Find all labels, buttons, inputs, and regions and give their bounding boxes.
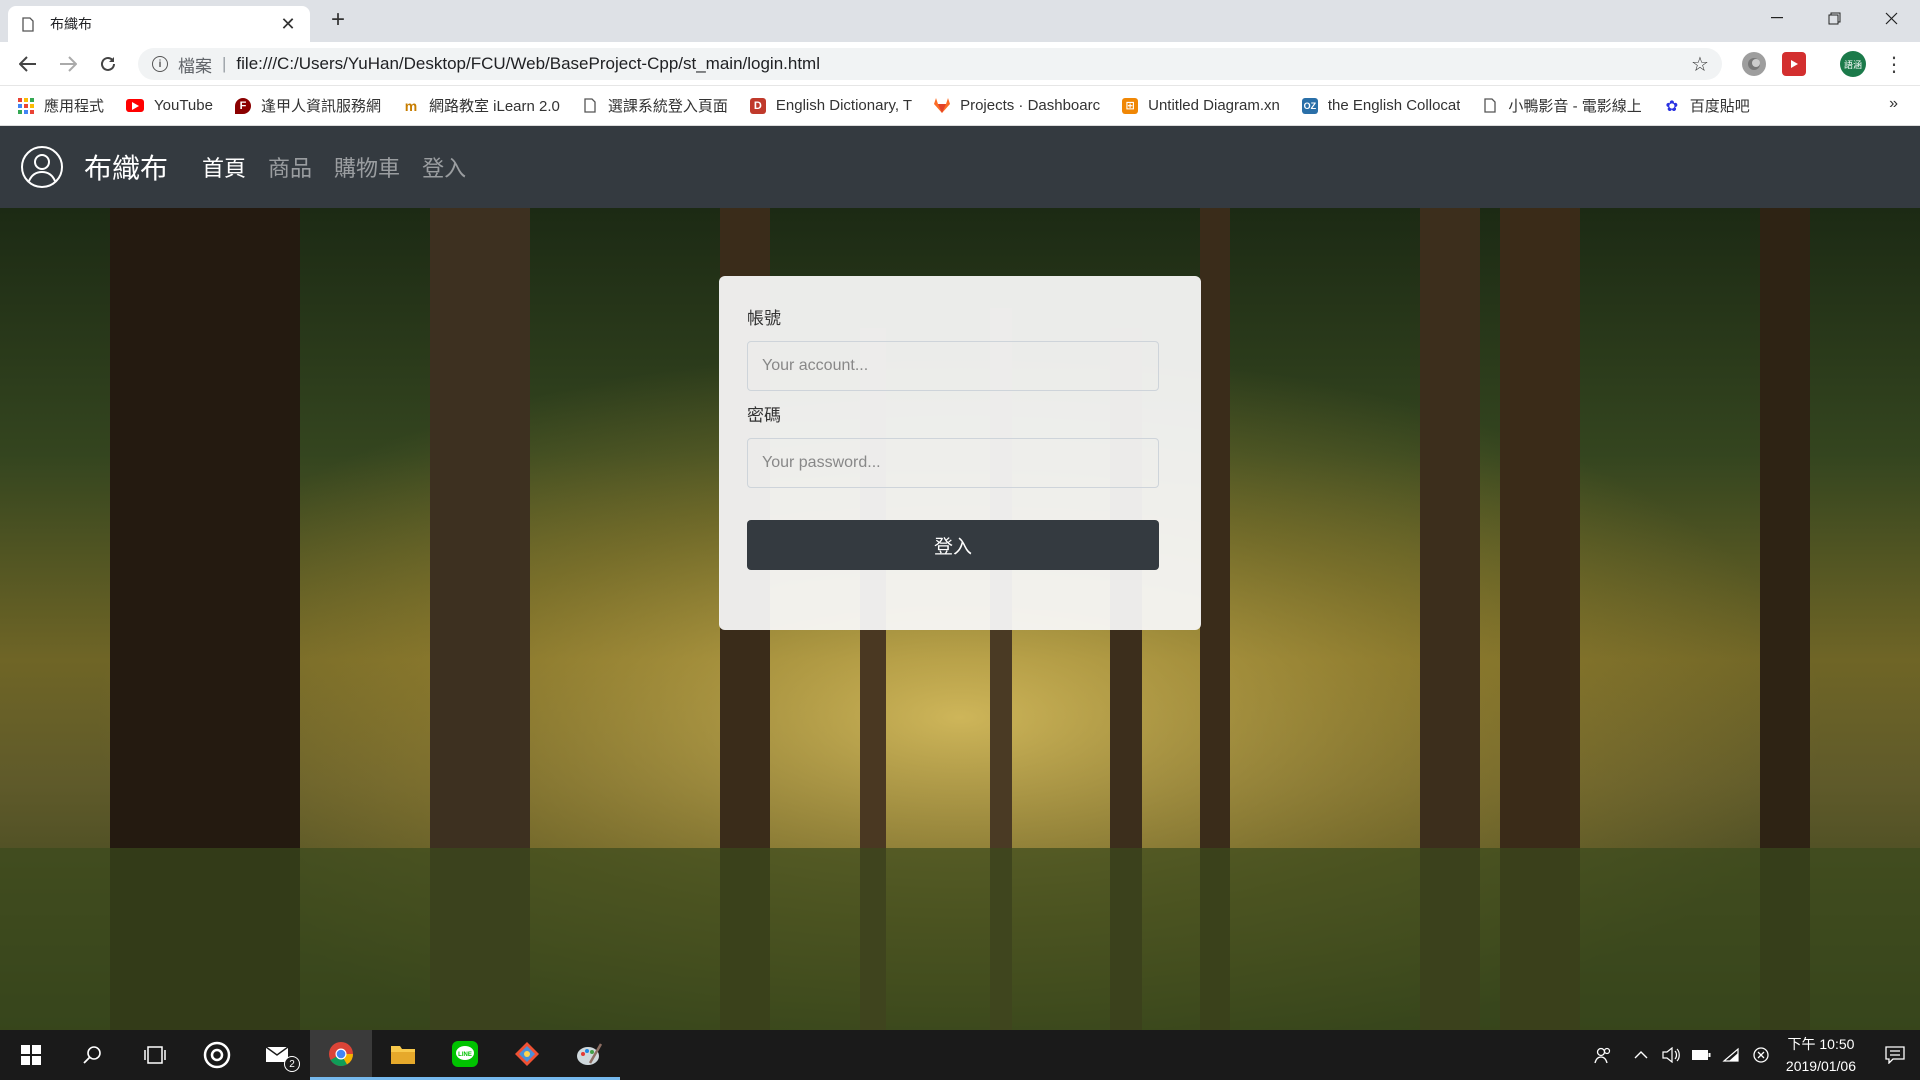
bookmark-course-selection[interactable]: 選課系統登入頁面 bbox=[582, 95, 728, 116]
account-label: 帳號 bbox=[747, 309, 781, 328]
bookmark-label: YouTube bbox=[154, 97, 213, 114]
login-form: 帳號 密碼 登入 bbox=[719, 276, 1201, 630]
bookmark-label: 選課系統登入頁面 bbox=[607, 98, 728, 115]
page-viewport: 布織布 首頁 商品 購物車 登入 帳號 密碼 登入 bbox=[0, 126, 1920, 1030]
password-input[interactable] bbox=[747, 438, 1159, 488]
nav-products[interactable]: 商品 bbox=[268, 151, 312, 183]
bookmark-ilearn[interactable]: m 網路教室 iLearn 2.0 bbox=[403, 95, 560, 116]
line-app-icon[interactable]: LINE bbox=[434, 1030, 496, 1080]
bookmarks-bar: 應用程式 YouTube F 逢甲人資訊服務網 m 網路教室 iLearn 2.… bbox=[0, 86, 1920, 126]
bookmark-label: Untitled Diagram.xn bbox=[1148, 97, 1280, 114]
extension-icon[interactable] bbox=[1742, 52, 1766, 76]
bookmark-drawio[interactable]: ⊞ Untitled Diagram.xn bbox=[1122, 97, 1280, 114]
bookmark-apps[interactable]: 應用程式 bbox=[18, 95, 104, 116]
youtube-icon bbox=[126, 99, 145, 112]
back-button[interactable] bbox=[14, 50, 42, 78]
system-clock[interactable]: 下午 10:50 2019/01/06 bbox=[1786, 1033, 1856, 1077]
password-label: 密碼 bbox=[747, 406, 781, 425]
video-extension-icon[interactable] bbox=[1782, 52, 1806, 76]
bookmark-dictionary[interactable]: D English Dictionary, T bbox=[749, 97, 913, 114]
browser-toolbar: i 檔案 | file:///C:/Users/YuHan/Desktop/FC… bbox=[0, 42, 1920, 86]
media-player-icon[interactable] bbox=[186, 1030, 248, 1080]
tab-title: 布織布 bbox=[50, 16, 92, 32]
url-separator: | bbox=[222, 54, 227, 73]
mail-icon[interactable]: 2 bbox=[248, 1030, 310, 1080]
bookmark-label: English Dictionary, T bbox=[775, 97, 913, 114]
new-tab-button[interactable]: + bbox=[324, 6, 352, 34]
page-icon bbox=[20, 16, 36, 32]
page-icon bbox=[1482, 98, 1498, 114]
bookmark-label: 百度貼吧 bbox=[1689, 98, 1750, 115]
system-tray: 下午 10:50 2019/01/06 bbox=[1580, 1030, 1920, 1080]
bookmark-label: 網路教室 iLearn 2.0 bbox=[428, 98, 560, 115]
url-text[interactable]: file:///C:/Users/YuHan/Desktop/FCU/Web/B… bbox=[236, 54, 1684, 74]
bookmark-gitlab[interactable]: Projects · Dashboarc bbox=[934, 97, 1100, 114]
nav-login[interactable]: 登入 bbox=[422, 151, 466, 183]
bookmark-fcu[interactable]: F 逢甲人資訊服務網 bbox=[234, 95, 381, 116]
site-brand[interactable]: 布織布 bbox=[84, 147, 168, 187]
bookmark-label: the English Collocat bbox=[1327, 97, 1461, 114]
close-window-button[interactable] bbox=[1862, 0, 1920, 36]
bookmark-label: 應用程式 bbox=[44, 98, 105, 115]
notification-center-icon[interactable] bbox=[1870, 1030, 1920, 1080]
clock-time: 下午 10:50 bbox=[1787, 1036, 1855, 1052]
windows-taskbar: 2 LINE 下午 10:50 2019/01/06 bbox=[0, 1030, 1920, 1080]
info-icon[interactable]: i bbox=[152, 56, 168, 72]
bookmark-label: 小鴨影音 - 電影線上 bbox=[1508, 98, 1642, 115]
ilearn-icon: m bbox=[404, 97, 418, 114]
mail-badge: 2 bbox=[284, 1056, 300, 1072]
restore-button[interactable] bbox=[1805, 0, 1863, 36]
ozdic-icon: OZ bbox=[1301, 97, 1318, 114]
fcu-icon: F bbox=[234, 97, 251, 114]
git-app-icon[interactable] bbox=[496, 1030, 558, 1080]
paint-app-icon[interactable] bbox=[558, 1030, 620, 1080]
windows-start-icon[interactable] bbox=[0, 1030, 62, 1080]
bookmark-label: 逢甲人資訊服務網 bbox=[260, 98, 381, 115]
task-view-icon[interactable] bbox=[124, 1030, 186, 1080]
menu-icon[interactable]: ⋮ bbox=[1880, 50, 1908, 78]
bookmark-movies[interactable]: 小鴨影音 - 電影線上 bbox=[1482, 95, 1642, 116]
tab-close-icon[interactable]: ✕ bbox=[278, 14, 298, 35]
user-circle-icon[interactable] bbox=[20, 145, 64, 189]
login-submit-button[interactable]: 登入 bbox=[747, 520, 1159, 570]
svg-text:LINE: LINE bbox=[458, 1052, 472, 1058]
bookmark-star-icon[interactable]: ☆ bbox=[1684, 52, 1716, 77]
account-input[interactable] bbox=[747, 341, 1159, 391]
bookmark-label: Projects · Dashboarc bbox=[960, 97, 1101, 114]
dictionary-icon: D bbox=[749, 97, 766, 114]
network-error-icon[interactable] bbox=[1746, 1030, 1776, 1080]
chrome-taskbar-icon[interactable] bbox=[310, 1030, 372, 1080]
clock-date: 2019/01/06 bbox=[1785, 1058, 1856, 1074]
gitlab-icon bbox=[934, 98, 951, 114]
forward-button[interactable] bbox=[54, 50, 82, 78]
bookmark-baidu[interactable]: ✿ 百度貼吧 bbox=[1664, 95, 1750, 116]
volume-icon[interactable] bbox=[1656, 1030, 1686, 1080]
apps-grid-icon bbox=[18, 97, 34, 114]
wifi-icon[interactable] bbox=[1716, 1030, 1746, 1080]
page-icon bbox=[582, 98, 598, 114]
profile-avatar[interactable]: 語涵 bbox=[1840, 51, 1866, 77]
browser-tab-strip: 布織布 ✕ + bbox=[0, 0, 1920, 42]
site-navbar: 布織布 首頁 商品 購物車 登入 bbox=[0, 126, 1920, 208]
bookmark-youtube[interactable]: YouTube bbox=[126, 97, 213, 114]
search-icon[interactable] bbox=[62, 1030, 124, 1080]
nav-cart[interactable]: 購物車 bbox=[334, 151, 400, 183]
reload-button[interactable] bbox=[94, 50, 122, 78]
browser-tab[interactable]: 布織布 ✕ bbox=[8, 6, 310, 42]
minimize-button[interactable] bbox=[1748, 0, 1806, 36]
bookmark-ozdic[interactable]: OZ the English Collocat bbox=[1301, 97, 1461, 114]
baidu-icon: ✿ bbox=[1665, 97, 1679, 115]
show-hidden-icons-chevron-icon[interactable] bbox=[1626, 1030, 1656, 1080]
file-explorer-icon[interactable] bbox=[372, 1030, 434, 1080]
battery-icon[interactable] bbox=[1686, 1030, 1716, 1080]
nav-home[interactable]: 首頁 bbox=[202, 151, 246, 183]
drawio-icon: ⊞ bbox=[1122, 97, 1139, 114]
bookmarks-overflow-icon[interactable]: » bbox=[1889, 95, 1898, 113]
people-icon[interactable] bbox=[1580, 1030, 1626, 1080]
url-scheme-label: 檔案 bbox=[178, 56, 212, 76]
address-bar[interactable]: i 檔案 | file:///C:/Users/YuHan/Desktop/FC… bbox=[138, 48, 1722, 80]
